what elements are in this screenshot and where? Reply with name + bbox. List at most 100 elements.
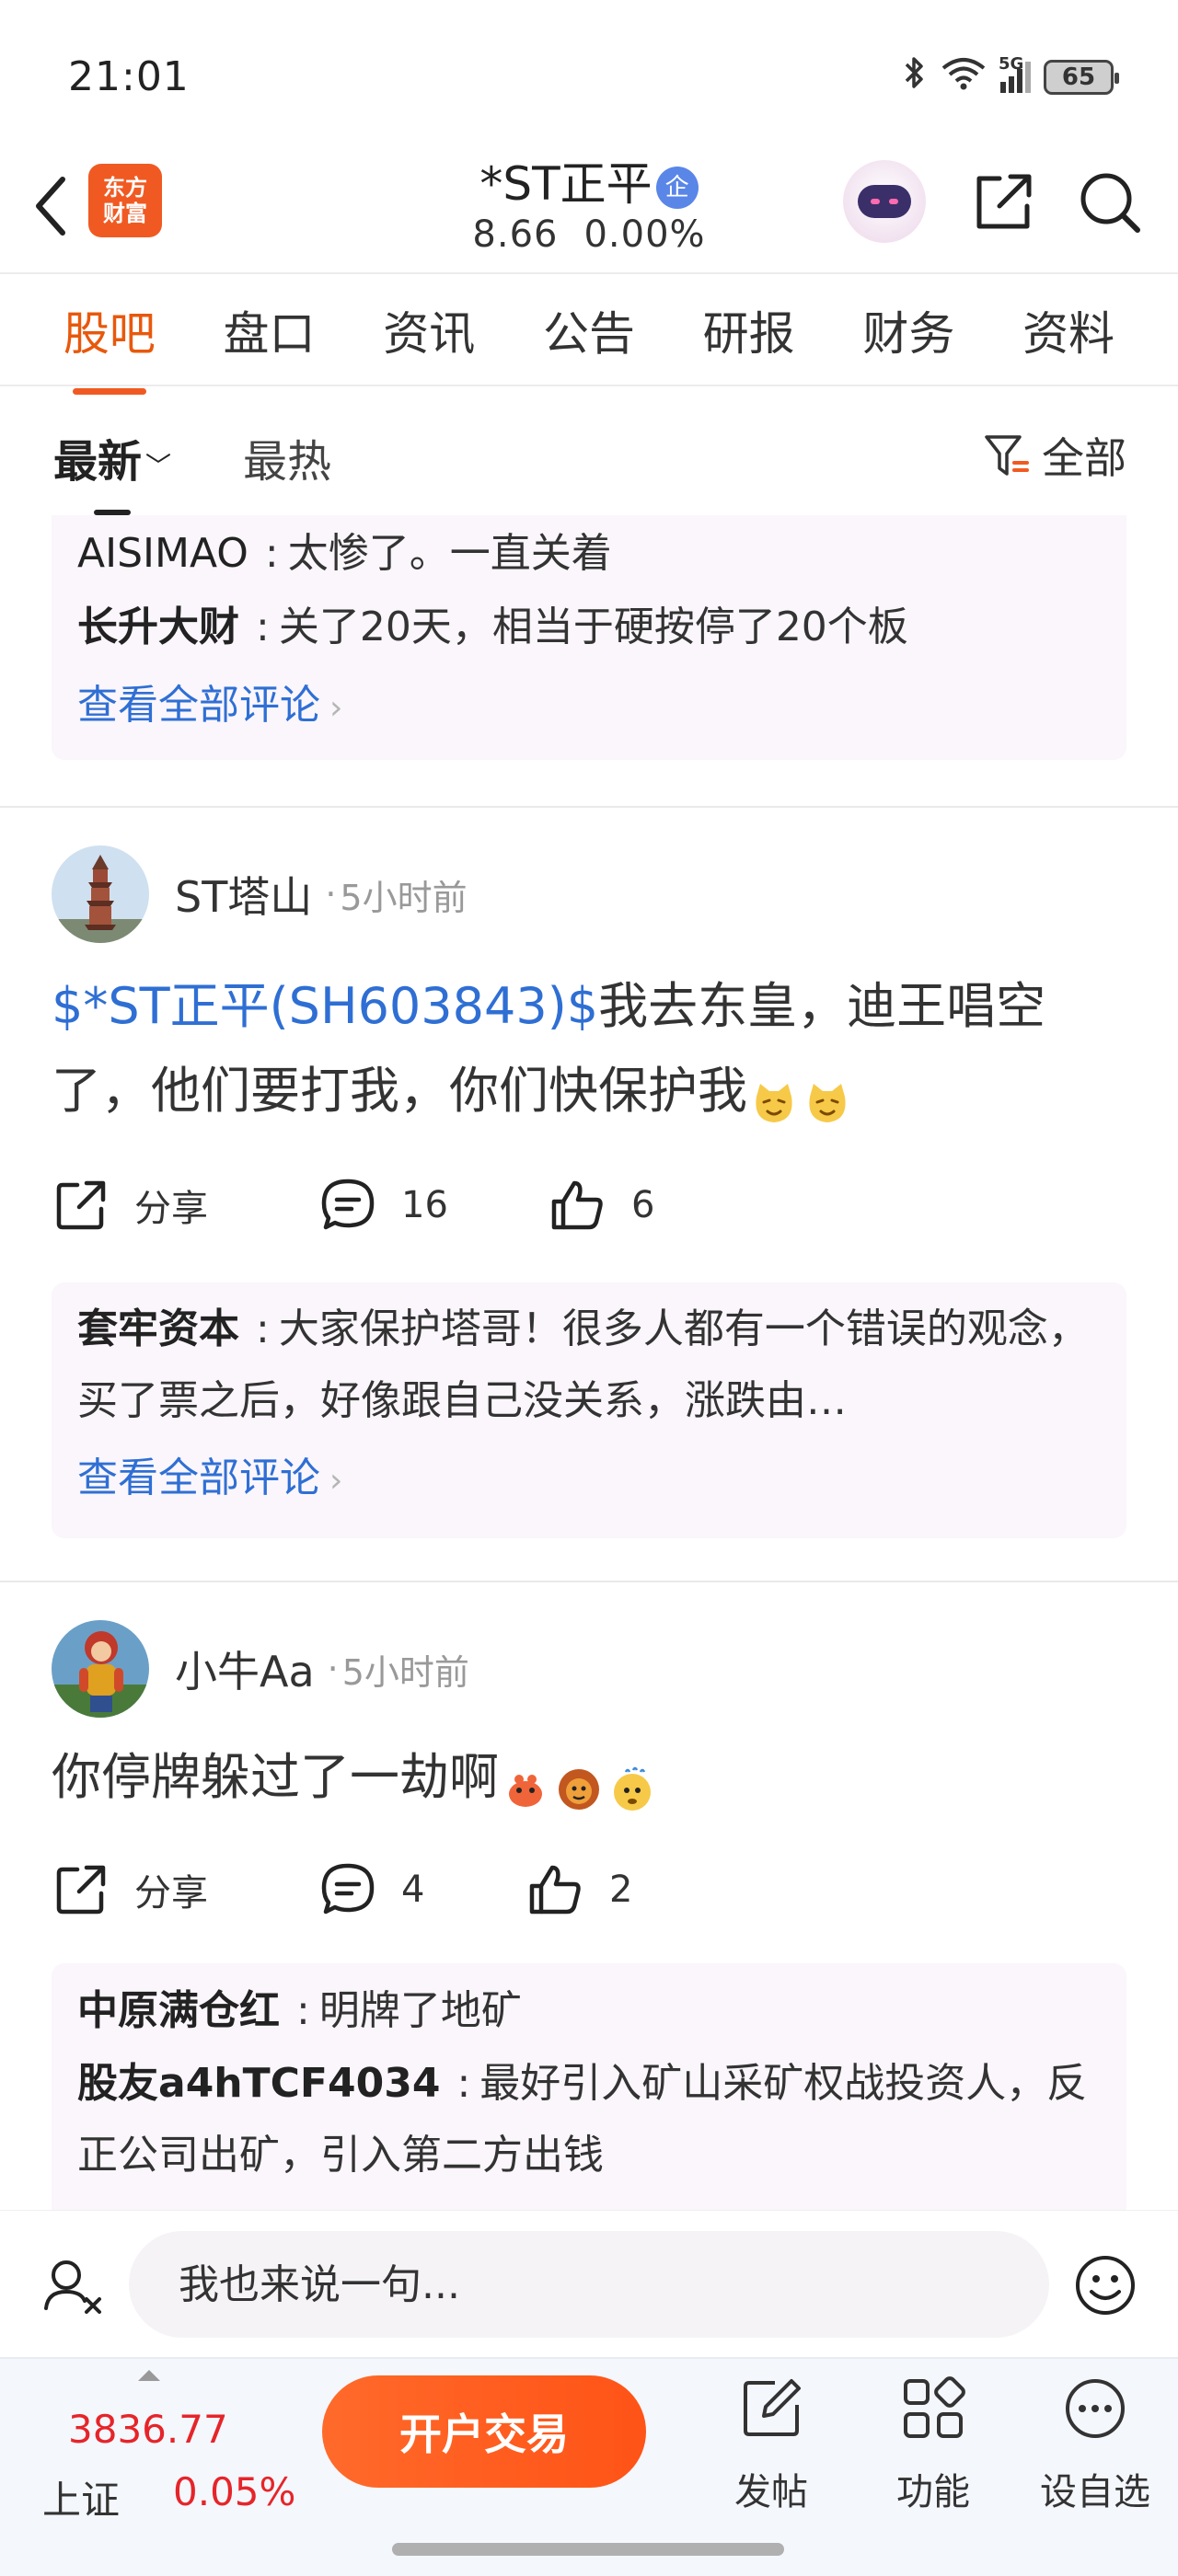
comment-text: 关了20天，相当于硬按停了20个板 bbox=[278, 604, 908, 650]
voice-input-icon[interactable] bbox=[40, 2253, 105, 2317]
sweat-emoji-icon bbox=[609, 1754, 655, 1811]
wifi-icon bbox=[940, 55, 987, 98]
thumbs-up-icon bbox=[529, 1865, 581, 1915]
reply-bar bbox=[0, 2210, 1178, 2357]
sort-newest-label: 最新 bbox=[53, 436, 143, 488]
tab-news[interactable]: 资讯 bbox=[379, 297, 479, 363]
index-name[interactable]: 上证 bbox=[42, 2469, 120, 2525]
view-all-comments-link[interactable]: 查看全部评论 › bbox=[77, 1437, 1101, 1523]
comment-count: 16 bbox=[401, 1184, 448, 1226]
tab-research[interactable]: 研报 bbox=[699, 297, 799, 363]
function-button[interactable]: 功能 bbox=[860, 2375, 1007, 2515]
network-type: 5G bbox=[999, 53, 1024, 74]
post-actions: 分享 4 2 bbox=[52, 1853, 632, 1926]
post-divider bbox=[0, 806, 1178, 808]
sort-newest[interactable]: 最新 ﹀ bbox=[53, 425, 172, 515]
comment-preview[interactable]: 中原满仓红: 明牌了地矿 bbox=[77, 1974, 1101, 2048]
chevron-down-icon: ﹀ bbox=[145, 451, 172, 481]
verified-badge: 企 bbox=[655, 166, 699, 209]
ai-assistant-button[interactable] bbox=[843, 160, 926, 243]
view-all-label: 查看全部评论 bbox=[77, 1455, 320, 1501]
compose-icon bbox=[744, 2379, 801, 2436]
tab-guba[interactable]: 股吧 bbox=[60, 297, 159, 395]
post-label: 发帖 bbox=[734, 2471, 808, 2513]
like-button[interactable]: 2 bbox=[526, 1860, 632, 1919]
tab-announcements[interactable]: 公告 bbox=[539, 297, 639, 363]
post-header: 小牛Aa · 5小时前 bbox=[52, 1619, 469, 1719]
comment-author[interactable]: 股友a4hTCF4034 bbox=[77, 2060, 440, 2107]
avatar[interactable] bbox=[52, 1620, 149, 1718]
filter-icon bbox=[985, 435, 1029, 476]
bluetooth-icon bbox=[903, 55, 927, 98]
status-time: 21:01 bbox=[68, 53, 190, 100]
add-watchlist-button[interactable]: 设自选 bbox=[1022, 2375, 1169, 2515]
comment-preview[interactable]: 套牢资本: 大家保护塔哥！很多人都有一个错误的观念，买了票之后，好像跟自己没关系，… bbox=[77, 1294, 1101, 1437]
share-icon[interactable] bbox=[968, 167, 1038, 237]
post-header: ST塔山 · 5小时前 bbox=[52, 845, 468, 944]
caret-up-icon[interactable] bbox=[138, 2370, 160, 2381]
comment-author[interactable]: AISIMAO bbox=[77, 530, 248, 577]
home-indicator[interactable] bbox=[392, 2543, 784, 2556]
tab-pankou[interactable]: 盘口 bbox=[220, 297, 319, 363]
sort-hot[interactable]: 最热 bbox=[243, 425, 331, 489]
comment-count: 4 bbox=[401, 1869, 425, 1911]
sort-bar: 最新 ﹀ 最热 全部 bbox=[0, 388, 1178, 515]
function-label: 功能 bbox=[896, 2471, 970, 2513]
comment-preview[interactable]: 股友a4hTCF4034: 最好引入矿山采矿权战投资人，反正公司出矿，引入第二方出… bbox=[77, 2048, 1101, 2191]
post-divider bbox=[0, 1581, 1178, 1582]
chevron-right-icon: › bbox=[329, 1462, 343, 1500]
stock-change: 0.00% bbox=[583, 213, 706, 256]
like-button[interactable]: 6 bbox=[549, 1176, 654, 1235]
comment-preview-box: 套牢资本: 大家保护塔哥！很多人都有一个错误的观念，买了票之后，好像跟自己没关系，… bbox=[52, 1282, 1126, 1538]
comment-preview[interactable]: 长升大财: 关了20天，相当于硬按停了20个板 bbox=[77, 591, 1101, 664]
comment-preview-box: AISIMAO: 太惨了。一直关着 长升大财: 关了20天，相当于硬按停了20个板 … bbox=[52, 515, 1126, 760]
post-actions: 分享 16 6 bbox=[52, 1168, 654, 1242]
comment-icon bbox=[321, 1179, 375, 1230]
avatar[interactable] bbox=[52, 845, 149, 943]
chevron-right-icon: › bbox=[329, 689, 343, 727]
battery-level: 65 bbox=[1061, 63, 1096, 91]
post-content[interactable]: $*ST正平(SH603843)$我去东皇，迪王唱空了，他们要打我，你们快保护我 bbox=[52, 964, 1128, 1133]
share-button[interactable]: 分享 bbox=[52, 1860, 318, 1919]
post-username[interactable]: ST塔山 bbox=[175, 864, 312, 925]
apps-grid-icon bbox=[904, 2376, 965, 2438]
open-account-trade-button[interactable]: 开户交易 bbox=[322, 2375, 646, 2488]
robot-icon bbox=[858, 185, 911, 218]
comment-icon bbox=[321, 1863, 375, 1915]
post-content[interactable]: 你停牌躲过了一劫啊 bbox=[52, 1735, 1128, 1820]
stock-tag-link[interactable]: $*ST正平(SH603843)$ bbox=[52, 977, 598, 1035]
like-count: 6 bbox=[631, 1184, 655, 1226]
share-button[interactable]: 分享 bbox=[52, 1176, 318, 1235]
comment-author[interactable]: 中原满仓红 bbox=[77, 1987, 280, 2034]
watchlist-label: 设自选 bbox=[1040, 2471, 1150, 2513]
tab-finance[interactable]: 财务 bbox=[859, 297, 958, 363]
comment-button[interactable]: 16 bbox=[318, 1176, 549, 1235]
comment-preview[interactable]: AISIMAO: 太惨了。一直关着 bbox=[77, 517, 1101, 591]
comment-text: 明牌了地矿 bbox=[318, 1987, 522, 2034]
post-time-dot: · bbox=[325, 874, 337, 914]
share-label: 分享 bbox=[134, 1872, 208, 1915]
share-icon bbox=[56, 1180, 106, 1230]
search-icon[interactable] bbox=[1075, 167, 1145, 237]
cat-emoji-icon bbox=[804, 1067, 850, 1123]
post-username[interactable]: 小牛Aa bbox=[175, 1639, 315, 1699]
emoji-icon[interactable] bbox=[1073, 2253, 1138, 2317]
tab-profile[interactable]: 资料 bbox=[1019, 297, 1118, 363]
post-time-dot: · bbox=[327, 1649, 339, 1689]
main-tabs: 股吧 盘口 资讯 公告 研报 财务 资料 bbox=[0, 276, 1178, 395]
comment-button[interactable]: 4 bbox=[318, 1860, 526, 1919]
comment-text: 太惨了。一直关着 bbox=[287, 530, 612, 577]
status-bar: 21:01 5G 65 bbox=[0, 0, 1178, 156]
index-value[interactable]: 3836.77 bbox=[68, 2407, 228, 2452]
view-all-comments-link[interactable]: 查看全部评论 › bbox=[77, 664, 1101, 750]
filter-label: 全部 bbox=[1042, 433, 1126, 483]
like-count: 2 bbox=[609, 1869, 633, 1911]
post-time: 5小时前 bbox=[340, 877, 468, 918]
index-change[interactable]: 0.05% bbox=[173, 2469, 295, 2514]
filter-button[interactable]: 全部 bbox=[983, 425, 1126, 486]
post-button[interactable]: 发帖 bbox=[698, 2375, 845, 2515]
reply-input[interactable] bbox=[129, 2231, 1049, 2338]
comment-author[interactable]: 套牢资本 bbox=[77, 1305, 239, 1352]
status-icons: 5G 65 bbox=[903, 53, 1119, 98]
comment-author[interactable]: 长升大财 bbox=[77, 604, 239, 650]
